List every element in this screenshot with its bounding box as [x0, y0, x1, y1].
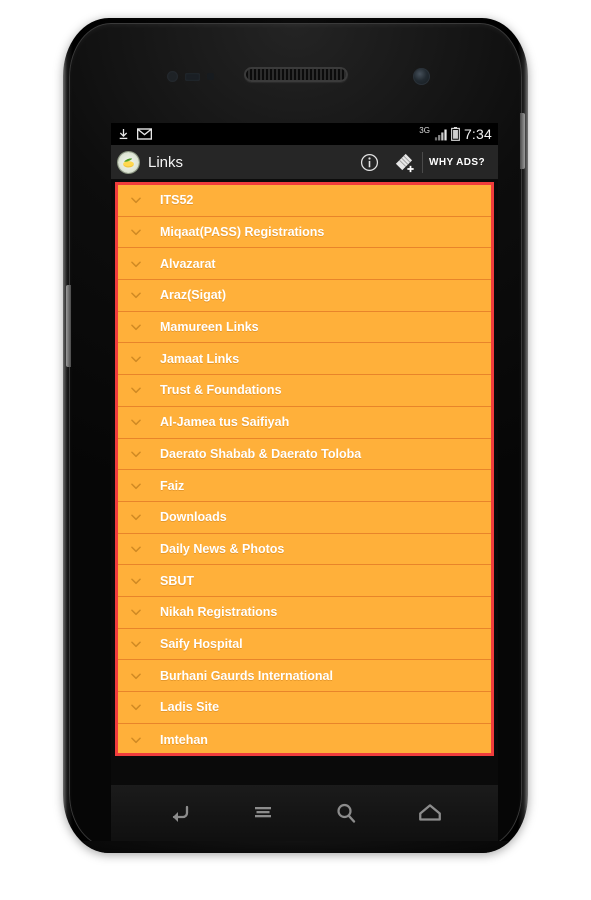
chevron-down-icon: [128, 699, 144, 715]
chevron-down-icon: [128, 446, 144, 462]
tag-add-icon: [395, 153, 414, 172]
list-item-label: Saify Hospital: [160, 636, 243, 651]
list-item[interactable]: Alvazarat: [118, 248, 491, 281]
chevron-down-icon: [128, 509, 144, 525]
list-item-label: Nikah Registrations: [160, 605, 278, 620]
list-item-label: Jamaat Links: [160, 351, 240, 366]
earpiece-speaker: [243, 67, 348, 82]
chevron-down-icon: [128, 319, 144, 335]
status-bar-right-icons: 3G 7:34: [419, 125, 492, 143]
list-item[interactable]: Downloads: [118, 501, 491, 534]
list-item-label: Faiz: [160, 478, 185, 493]
power-button[interactable]: [520, 113, 525, 169]
mail-icon: [137, 128, 152, 140]
list-item[interactable]: Trust & Foundations: [118, 375, 491, 407]
list-item-label: Mamureen Links: [160, 320, 259, 335]
list-item[interactable]: Daerato Shabab & Daerato Toloba: [118, 438, 491, 471]
proximity-sensor-group: [167, 71, 214, 82]
phone-chin: [69, 841, 522, 853]
list-item-label: Alvazarat: [160, 256, 216, 271]
action-bar: Links WHY ADS?: [111, 145, 498, 180]
battery-icon: [451, 127, 460, 141]
list-item-label: Ladis Site: [160, 700, 220, 715]
list-item[interactable]: Daily News & Photos: [118, 533, 491, 566]
nav-home-button[interactable]: [407, 793, 453, 833]
list-item-label: Al-Jamea tus Saifiyah: [160, 415, 290, 430]
list-item[interactable]: Jamaat Links: [118, 343, 491, 376]
tag-add-button[interactable]: [386, 145, 420, 180]
list-item[interactable]: Mamureen Links: [118, 311, 491, 344]
home-icon: [419, 804, 442, 821]
download-icon: [119, 128, 128, 139]
nav-search-button[interactable]: [323, 793, 369, 833]
navigation-bar: [111, 785, 498, 841]
chevron-down-icon: [128, 636, 144, 652]
chevron-down-icon: [128, 604, 144, 620]
phone-device: 3G 7:34 Links WHY ADS? ITS52 Miqaat(PASS…: [63, 18, 528, 853]
list-item[interactable]: Araz(Sigat): [118, 280, 491, 312]
app-logo-icon[interactable]: [118, 151, 139, 173]
chevron-down-icon: [128, 256, 144, 272]
info-icon: [360, 153, 378, 171]
list-item-label: Trust & Foundations: [160, 383, 282, 398]
proximity-sensor-icon: [167, 71, 178, 82]
phone-screen: 3G 7:34 Links WHY ADS? ITS52 Miqaat(PASS…: [111, 123, 498, 785]
chevron-down-icon: [128, 478, 144, 494]
status-bar-clock: 7:34: [463, 126, 492, 142]
action-bar-actions: WHY ADS?: [352, 145, 491, 180]
status-bar: 3G 7:34: [111, 123, 498, 145]
list-item[interactable]: Burhani Gaurds International: [118, 660, 491, 692]
search-icon: [337, 803, 356, 823]
light-sensor-icon: [185, 72, 200, 81]
chevron-down-icon: [128, 192, 144, 208]
list-item[interactable]: Al-Jamea tus Saifiyah: [118, 406, 491, 439]
chevron-down-icon: [128, 287, 144, 303]
chevron-down-icon: [128, 382, 144, 398]
list-item-label: Miqaat(PASS) Registrations: [160, 225, 325, 240]
page-title: Links: [148, 153, 184, 171]
list-item-label: Daily News & Photos: [160, 541, 285, 556]
list-item[interactable]: SBUT: [118, 565, 491, 597]
list-item-label: ITS52: [160, 193, 194, 208]
why-ads-button[interactable]: WHY ADS?: [429, 157, 491, 168]
list-item[interactable]: ITS52: [118, 185, 491, 217]
signal-bars-icon: [434, 128, 447, 140]
nav-menu-button[interactable]: [240, 793, 286, 833]
nav-back-button[interactable]: [156, 793, 202, 833]
chevron-down-icon: [128, 732, 144, 748]
info-button[interactable]: [352, 145, 386, 180]
network-type-label: 3G: [419, 125, 430, 135]
chevron-down-icon: [128, 351, 144, 367]
volume-button[interactable]: [66, 285, 71, 367]
chevron-down-icon: [128, 414, 144, 430]
front-camera-icon: [413, 68, 430, 85]
list-item[interactable]: Nikah Registrations: [118, 596, 491, 629]
list-item-label: Imtehan: [160, 732, 208, 747]
list-item[interactable]: Imtehan: [118, 723, 491, 753]
phone-bezel: 3G 7:34 Links WHY ADS? ITS52 Miqaat(PASS…: [66, 23, 525, 853]
menu-icon: [254, 807, 271, 818]
list-item-label: Daerato Shabab & Daerato Toloba: [160, 446, 362, 461]
list-item[interactable]: Miqaat(PASS) Registrations: [118, 216, 491, 249]
status-bar-left-icons: [117, 128, 152, 141]
list-item-label: Downloads: [160, 510, 227, 525]
chevron-down-icon: [128, 668, 144, 684]
action-bar-divider: [422, 151, 424, 173]
chevron-down-icon: [128, 573, 144, 589]
list-item-label: Araz(Sigat): [160, 288, 226, 303]
links-list[interactable]: ITS52 Miqaat(PASS) Registrations Alvazarat…: [115, 182, 494, 756]
app-logo-glyph: [123, 157, 134, 167]
chevron-down-icon: [128, 224, 144, 240]
list-item-label: SBUT: [160, 573, 195, 588]
list-item[interactable]: Saify Hospital: [118, 628, 491, 661]
notification-led-icon: [207, 73, 214, 80]
back-icon: [172, 805, 189, 822]
list-item[interactable]: Faiz: [118, 470, 491, 502]
list-item[interactable]: Ladis Site: [118, 692, 491, 724]
chevron-down-icon: [128, 541, 144, 557]
list-item-label: Burhani Gaurds International: [160, 668, 333, 683]
